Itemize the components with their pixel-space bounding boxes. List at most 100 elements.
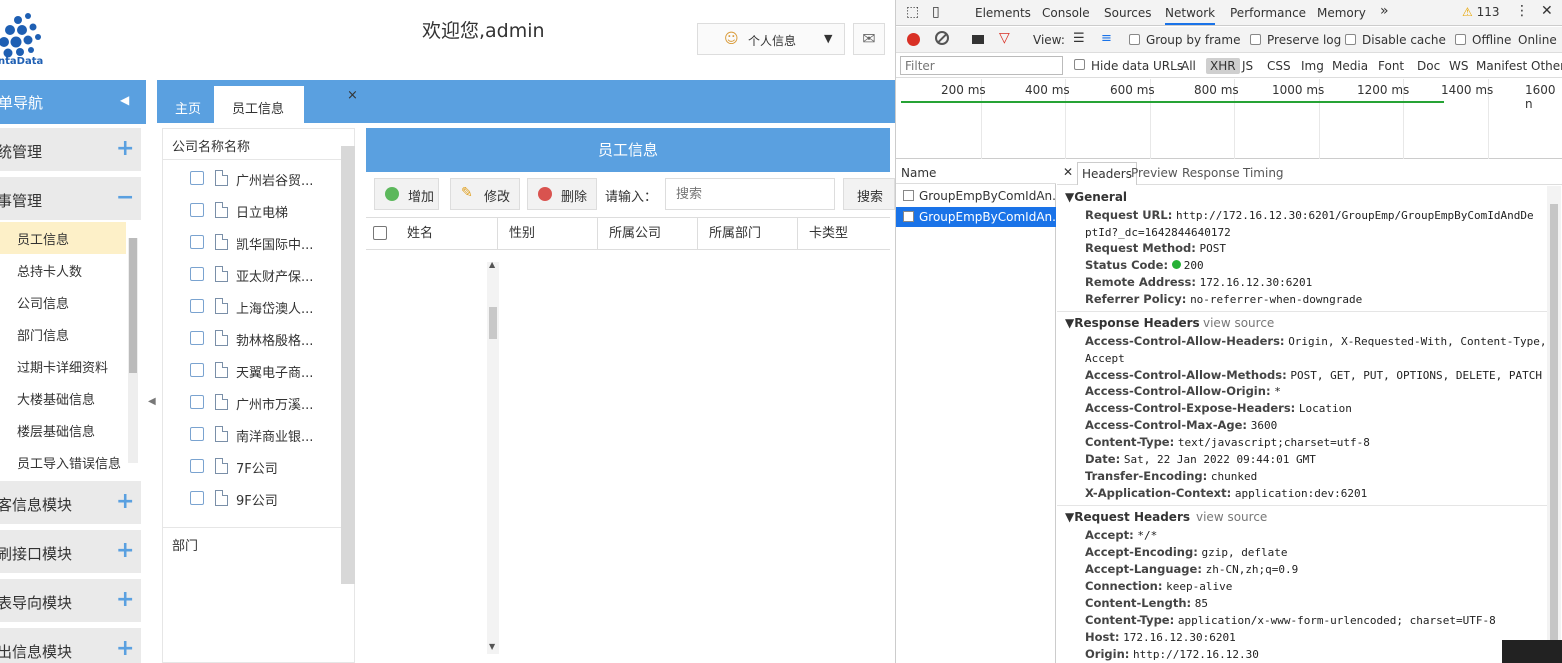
request-headers-section-toggle[interactable]: ▼Request Headers view source [1065,510,1267,524]
devtools-tab-elements[interactable]: Elements [975,6,1031,20]
scrollbar-thumb[interactable] [1550,204,1558,659]
company-checkbox[interactable] [190,427,204,441]
view-source-link[interactable]: view source [1196,510,1267,524]
company-checkbox[interactable] [190,203,204,217]
filter-type-doc[interactable]: Doc [1417,59,1440,73]
filter-type-ws[interactable]: WS [1449,59,1468,73]
filter-type-img[interactable]: Img [1301,59,1324,73]
hide-data-urls-checkbox[interactable] [1074,59,1085,70]
filter-type-font[interactable]: Font [1378,59,1404,73]
user-menu-dropdown[interactable]: ☺ 个人信息 ▼ [697,23,845,55]
network-timeline-overview[interactable]: 200 ms 400 ms 600 ms 800 ms 1000 ms 1200… [896,79,1562,159]
preserve-log-checkbox[interactable] [1250,34,1261,45]
kebab-menu-icon[interactable]: ⋮ [1515,3,1529,19]
company-checkbox[interactable] [190,459,204,473]
sidebar-group-hr[interactable]: 事管理 − [0,177,141,221]
group-by-frame-checkbox[interactable] [1129,34,1140,45]
close-icon[interactable]: ✕ [1541,3,1553,19]
company-checkbox[interactable] [190,395,204,409]
company-checkbox[interactable] [190,235,204,249]
devtools-tab-console[interactable]: Console [1042,6,1090,20]
tab-home[interactable]: 主页 [157,86,212,123]
detail-tab-timing[interactable]: Timing [1243,166,1284,180]
column-header-gender[interactable]: 性别 [497,218,597,250]
detail-tab-response[interactable]: Response [1182,166,1240,180]
sidebar-item-company-info[interactable]: 公司信息 [17,293,69,312]
more-tabs-icon[interactable]: » [1380,3,1389,19]
screenshot-icon[interactable] [972,35,984,44]
filter-type-xhr[interactable]: XHR [1206,58,1240,74]
filter-type-other[interactable]: Other [1531,59,1562,73]
filter-type-all[interactable]: All [1181,59,1196,73]
detail-tab-headers[interactable]: Headers [1077,162,1137,185]
scrollbar-thumb[interactable] [489,307,497,339]
sidebar-item-building-info[interactable]: 大楼基础信息 [17,389,95,408]
sidebar-item-expired-cards[interactable]: 过期卡详细资料 [17,357,108,376]
device-toggle-icon[interactable]: ▯ [932,4,940,20]
request-list-header[interactable]: Name [896,160,1056,184]
filter-type-manifest[interactable]: Manifest [1476,59,1527,73]
clear-icon[interactable] [935,31,949,45]
list-view-icon[interactable]: ☰ [1073,31,1085,46]
company-checkbox[interactable] [190,299,204,313]
company-checkbox[interactable] [190,331,204,345]
company-checkbox[interactable] [190,171,204,185]
panel-splitter[interactable] [341,146,355,584]
search-button[interactable]: 搜索 [843,178,895,210]
disable-cache-checkbox[interactable] [1345,34,1356,45]
select-all-checkbox[interactable] [373,226,387,240]
detail-tab-preview[interactable]: Preview [1131,166,1178,180]
sidebar-item-import-errors[interactable]: 员工导入错误信息 [17,453,121,472]
sidebar-item-department-info[interactable]: 部门信息 [17,325,69,344]
sidebar-group-system[interactable]: 统管理 + [0,128,141,172]
detail-scrollbar[interactable] [1547,186,1561,663]
inspect-element-icon[interactable]: ⬚ [906,4,919,20]
request-row-selected[interactable]: GroupEmpByComIdAn... [896,207,1064,227]
mail-button[interactable]: ✉ [853,23,885,55]
sidebar-group-export[interactable]: 出信息模块 + [0,628,141,663]
collapse-left-icon[interactable]: ◀ [120,93,129,107]
sidebar-group-card-interface[interactable]: 刷接口模块 + [0,530,141,574]
sidebar-group-report[interactable]: 表导向模块 + [0,579,141,623]
company-checkbox[interactable] [190,267,204,281]
filter-icon[interactable]: ▽ [999,30,1010,46]
devtools-tab-sources[interactable]: Sources [1104,6,1151,20]
tab-close-icon[interactable]: × [347,88,358,103]
scrollbar-thumb[interactable] [129,238,137,373]
sidebar-item-employee-info[interactable]: 员工信息 [17,229,69,248]
waterfall-view-icon[interactable]: ≡ [1101,31,1112,46]
request-row[interactable]: GroupEmpByComIdAn... [896,186,1064,206]
offline-checkbox[interactable] [1455,34,1466,45]
devtools-tab-performance[interactable]: Performance [1230,6,1306,20]
sidebar-scrollbar[interactable] [128,238,138,463]
response-headers-section-toggle[interactable]: ▼Response Headers view source [1065,316,1274,330]
scroll-down-icon[interactable]: ▼ [489,642,495,651]
column-header-department[interactable]: 所属部门 [697,218,797,250]
collapse-sidebar-icon[interactable]: ◀ [148,396,156,407]
throttling-select[interactable]: Online [1518,33,1557,47]
view-source-link[interactable]: view source [1203,316,1274,330]
scroll-up-icon[interactable]: ▲ [489,260,495,269]
warning-count[interactable]: ⚠ 113 [1462,5,1500,19]
column-header-name[interactable]: 姓名 [396,218,497,250]
filter-type-media[interactable]: Media [1332,59,1368,73]
sidebar-group-visitor[interactable]: 客信息模块 + [0,481,141,525]
filter-type-css[interactable]: CSS [1267,59,1291,73]
sidebar-item-floor-info[interactable]: 楼层基础信息 [17,421,95,440]
filter-input[interactable] [900,56,1063,75]
devtools-tab-network[interactable]: Network [1165,6,1216,25]
edit-button[interactable]: ✎ 修改 [450,178,520,210]
column-header-company[interactable]: 所属公司 [597,218,697,250]
devtools-tab-memory[interactable]: Memory [1317,6,1366,20]
close-detail-icon[interactable]: ✕ [1063,165,1073,179]
delete-button[interactable]: 删除 [527,178,597,210]
filter-type-js[interactable]: JS [1242,59,1253,73]
search-input[interactable] [665,178,835,210]
tab-employee-info[interactable]: 员工信息 × [214,86,358,123]
general-section-toggle[interactable]: ▼General [1065,190,1127,204]
company-list-scrollbar[interactable]: ▲ ▼ [487,260,499,654]
column-header-card-type[interactable]: 卡类型 [797,218,890,250]
record-icon[interactable] [907,33,920,46]
add-button[interactable]: 增加 [374,178,439,210]
company-checkbox[interactable] [190,363,204,377]
